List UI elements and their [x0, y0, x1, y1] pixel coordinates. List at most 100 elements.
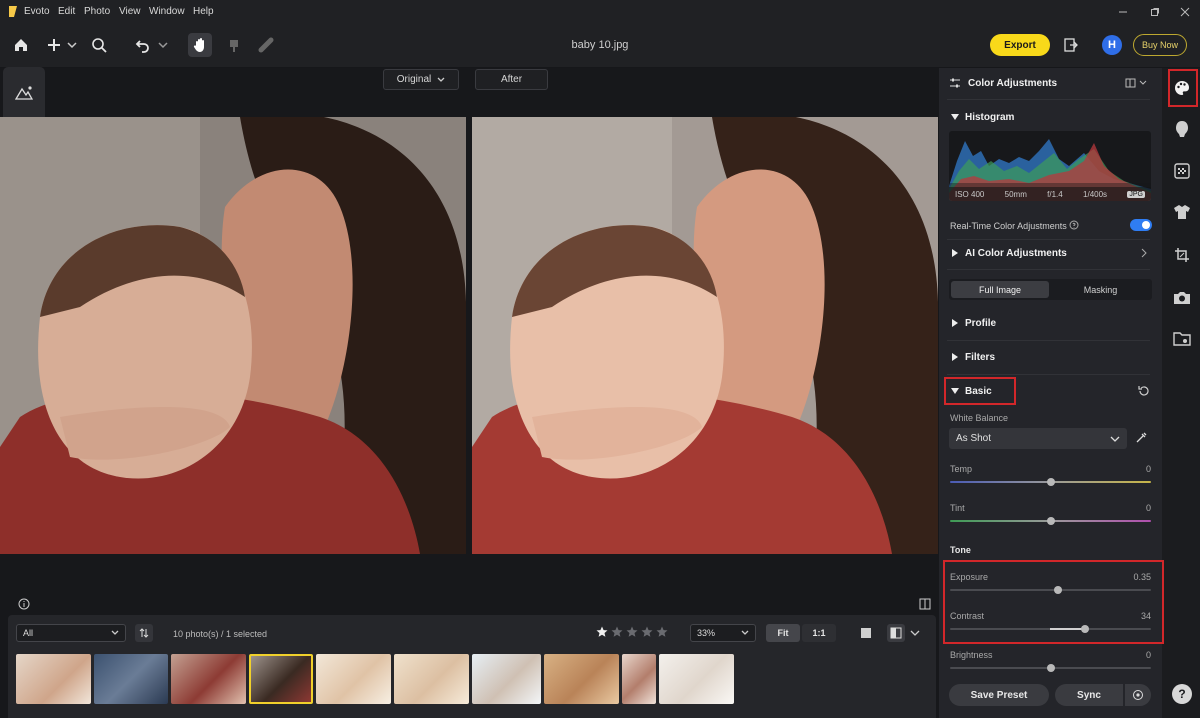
brightness-slider-thumb[interactable] — [1046, 664, 1055, 672]
share-icon[interactable] — [1062, 36, 1080, 54]
menu-window[interactable]: Window — [149, 6, 185, 17]
maximize-icon[interactable] — [1148, 4, 1162, 20]
export-button[interactable]: Export — [990, 34, 1050, 56]
caret-right-icon[interactable] — [951, 249, 959, 257]
panel-layout-icon[interactable] — [1124, 76, 1150, 90]
thumbnail[interactable] — [544, 654, 619, 704]
star-icon[interactable] — [641, 626, 653, 638]
buy-now-button[interactable]: Buy Now — [1133, 34, 1187, 56]
fit-button[interactable]: Fit — [766, 624, 800, 642]
right-tool-rail: ? — [1162, 68, 1200, 718]
undo-history-chevron-icon[interactable] — [157, 39, 169, 51]
chevron-down-icon — [1110, 436, 1120, 442]
close-icon[interactable] — [1178, 4, 1192, 20]
sync-button[interactable]: Sync — [1055, 684, 1123, 706]
white-balance-select[interactable]: As Shot — [949, 428, 1127, 449]
background-icon[interactable] — [1172, 161, 1192, 181]
sync-settings-button[interactable] — [1125, 684, 1151, 706]
thumbnail[interactable] — [659, 654, 734, 704]
thumbnail-selected[interactable] — [249, 654, 313, 704]
original-dropdown[interactable]: Original — [383, 69, 459, 90]
rating-stars[interactable] — [596, 626, 668, 638]
reset-icon[interactable] — [1138, 385, 1150, 397]
temp-label: Temp — [950, 464, 973, 474]
caret-down-icon[interactable] — [951, 113, 959, 121]
avatar[interactable]: H — [1102, 35, 1122, 55]
adjust-mountain-icon[interactable] — [14, 83, 34, 103]
face-retouch-icon[interactable] — [1172, 119, 1192, 139]
undo-icon[interactable] — [133, 35, 153, 55]
zoom-value: 33% — [697, 628, 716, 638]
patch-tool-icon[interactable] — [256, 35, 276, 55]
thumbnail[interactable] — [16, 654, 91, 704]
filter-value: All — [23, 628, 34, 638]
chevron-down-icon — [111, 630, 119, 635]
chevron-down-icon[interactable] — [66, 39, 78, 51]
single-view-icon[interactable] — [859, 626, 873, 640]
toggle-knob — [1142, 221, 1150, 229]
menu-photo[interactable]: Photo — [84, 6, 110, 17]
minimize-icon[interactable] — [1116, 4, 1130, 20]
one-to-one-button[interactable]: 1:1 — [802, 624, 836, 642]
after-button[interactable]: After — [475, 69, 548, 90]
crop-icon[interactable] — [1172, 245, 1192, 265]
filter-dropdown[interactable]: All — [16, 624, 126, 642]
contrast-slider-thumb[interactable] — [1080, 625, 1089, 633]
star-icon[interactable] — [626, 626, 638, 638]
evoto-logo-icon — [8, 6, 18, 17]
ai-color-label[interactable]: AI Color Adjustments — [965, 248, 1067, 259]
thumbnail[interactable] — [316, 654, 391, 704]
photo-original[interactable] — [0, 117, 466, 554]
help-button-icon[interactable]: ? — [1172, 684, 1192, 704]
sort-icon[interactable] — [135, 624, 153, 642]
basic-label[interactable]: Basic — [965, 386, 992, 397]
filters-label[interactable]: Filters — [965, 352, 995, 363]
histogram-label: Histogram — [965, 112, 1015, 123]
home-icon[interactable] — [11, 35, 31, 55]
eyedropper-icon[interactable] — [1134, 431, 1148, 445]
profile-label[interactable]: Profile — [965, 318, 996, 329]
camera-icon[interactable] — [1172, 287, 1192, 307]
menu-app[interactable]: Evoto — [24, 6, 50, 17]
star-icon[interactable] — [596, 626, 608, 638]
thumbnail[interactable] — [622, 654, 656, 704]
before-after-icon[interactable] — [887, 624, 905, 642]
tab-full-image[interactable]: Full Image — [951, 281, 1049, 298]
star-icon[interactable] — [656, 626, 668, 638]
menu-help[interactable]: Help — [193, 6, 214, 17]
folder-view-icon[interactable] — [1172, 329, 1192, 349]
caret-right-icon[interactable] — [951, 319, 959, 327]
photo-after[interactable] — [472, 117, 938, 554]
info-icon[interactable] — [17, 597, 31, 611]
brightness-value: 0 — [1145, 650, 1151, 660]
save-preset-button[interactable]: Save Preset — [949, 684, 1049, 706]
tint-slider-thumb[interactable] — [1046, 517, 1055, 525]
star-icon[interactable] — [611, 626, 623, 638]
thumbnail[interactable] — [171, 654, 246, 704]
tab-masking[interactable]: Masking — [1051, 281, 1150, 298]
clothing-icon[interactable] — [1172, 202, 1192, 222]
temp-slider-thumb[interactable] — [1046, 478, 1055, 486]
search-icon[interactable] — [89, 35, 109, 55]
chevron-right-icon[interactable] — [1139, 248, 1149, 258]
thumbnail[interactable] — [394, 654, 469, 704]
add-icon[interactable] — [44, 35, 64, 55]
color-palette-icon[interactable] — [1172, 78, 1192, 98]
split-view-icon[interactable] — [918, 597, 932, 611]
exif-focal: 50mm — [1004, 189, 1027, 199]
caret-right-icon[interactable] — [951, 353, 959, 361]
hand-tool-icon[interactable] — [188, 33, 212, 57]
divider — [947, 239, 1150, 240]
exposure-slider-thumb[interactable] — [1053, 586, 1062, 594]
zoom-dropdown[interactable]: 33% — [690, 624, 756, 642]
thumbnail[interactable] — [472, 654, 541, 704]
menu-view[interactable]: View — [119, 6, 141, 17]
realtime-toggle[interactable] — [1130, 219, 1152, 231]
chevron-down-icon[interactable] — [909, 628, 921, 638]
menu-edit[interactable]: Edit — [58, 6, 75, 17]
help-icon[interactable] — [1069, 220, 1079, 230]
brush-tool-icon[interactable] — [224, 35, 244, 55]
caret-down-icon[interactable] — [951, 387, 959, 395]
exposure-slider[interactable] — [950, 589, 1151, 591]
thumbnail[interactable] — [94, 654, 168, 704]
